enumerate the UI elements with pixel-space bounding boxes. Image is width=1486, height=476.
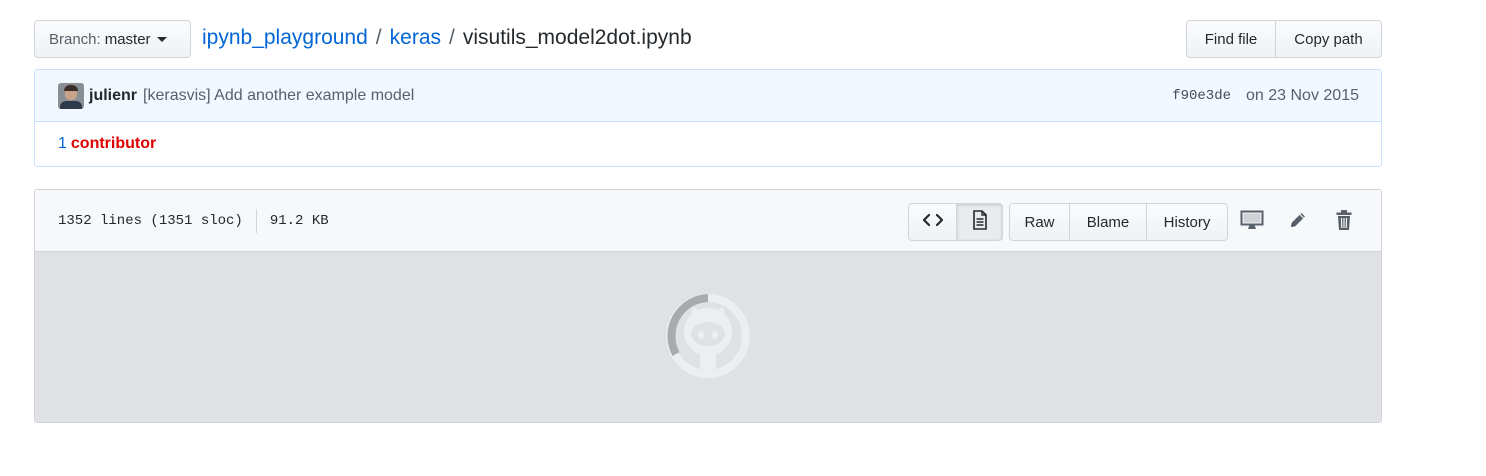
blame-button[interactable]: Blame <box>1069 203 1147 241</box>
rich-view-button[interactable] <box>956 203 1003 241</box>
file-icon <box>972 210 988 234</box>
commit-sha-link[interactable]: f90e3de <box>1172 88 1231 104</box>
file-info-divider <box>255 209 257 233</box>
file-nav-buttons: Find file Copy path <box>1186 20 1382 58</box>
commit-message-link[interactable]: [kerasvis] Add another example model <box>143 87 414 105</box>
file-header: 1352 lines (1351 sloc) 91.2 KB Raw Blame… <box>35 190 1381 252</box>
breadcrumb-filename: visutils_model2dot.ipynb <box>462 26 692 49</box>
file-navigation: Branch: master ipynb_playground / keras … <box>34 20 1382 58</box>
commit-tease: julienr [kerasvis] Add another example m… <box>35 70 1381 122</box>
find-file-button[interactable]: Find file <box>1186 20 1276 58</box>
file-size: 91.2 KB <box>269 213 329 229</box>
commit-meta: f90e3de on 23 Nov 2015 <box>1172 70 1359 122</box>
breadcrumb-repo-link[interactable]: ipynb_playground <box>202 26 368 50</box>
raw-blame-history-group: Raw Blame History <box>1009 203 1228 241</box>
notebook-render-area <box>35 252 1381 422</box>
delete-file-button[interactable] <box>1321 203 1367 241</box>
copy-path-button[interactable]: Copy path <box>1275 20 1382 58</box>
code-icon <box>922 213 943 231</box>
contributors-link[interactable]: 1 contributor <box>35 122 1381 166</box>
file-info: 1352 lines (1351 sloc) 91.2 KB <box>58 190 329 252</box>
contributor-count: 1 <box>58 135 67 152</box>
file-lines: 1352 lines (1351 sloc) <box>58 213 243 229</box>
breadcrumb-separator: / <box>375 26 382 49</box>
commit-info-box: julienr [kerasvis] Add another example m… <box>34 69 1382 167</box>
breadcrumb: ipynb_playground / keras / visutils_mode… <box>202 26 692 50</box>
branch-value: master <box>104 30 151 48</box>
breadcrumb-folder-link[interactable]: keras <box>390 26 441 50</box>
raw-button[interactable]: Raw <box>1009 203 1070 241</box>
caret-down-icon <box>156 36 167 42</box>
octocat-spinner-icon <box>662 290 754 387</box>
commit-date: on 23 Nov 2015 <box>1246 87 1359 104</box>
source-view-button[interactable] <box>908 203 957 241</box>
branch-select-button[interactable]: Branch: master <box>34 20 191 58</box>
branch-label: Branch: <box>49 30 101 48</box>
avatar[interactable] <box>58 82 84 109</box>
open-desktop-button[interactable] <box>1229 203 1275 241</box>
breadcrumb-separator: / <box>449 26 455 49</box>
commit-author-link[interactable]: julienr <box>89 87 137 105</box>
edit-file-button[interactable] <box>1275 203 1321 241</box>
trash-icon <box>1335 209 1353 236</box>
desktop-icon <box>1240 210 1264 235</box>
view-toggle <box>908 203 1003 241</box>
file-actions: Raw Blame History <box>908 203 1367 241</box>
history-button[interactable]: History <box>1146 203 1228 241</box>
file-view: 1352 lines (1351 sloc) 91.2 KB Raw Blame… <box>34 189 1382 423</box>
pencil-icon <box>1288 210 1308 235</box>
contributor-label: contributor <box>70 135 157 152</box>
